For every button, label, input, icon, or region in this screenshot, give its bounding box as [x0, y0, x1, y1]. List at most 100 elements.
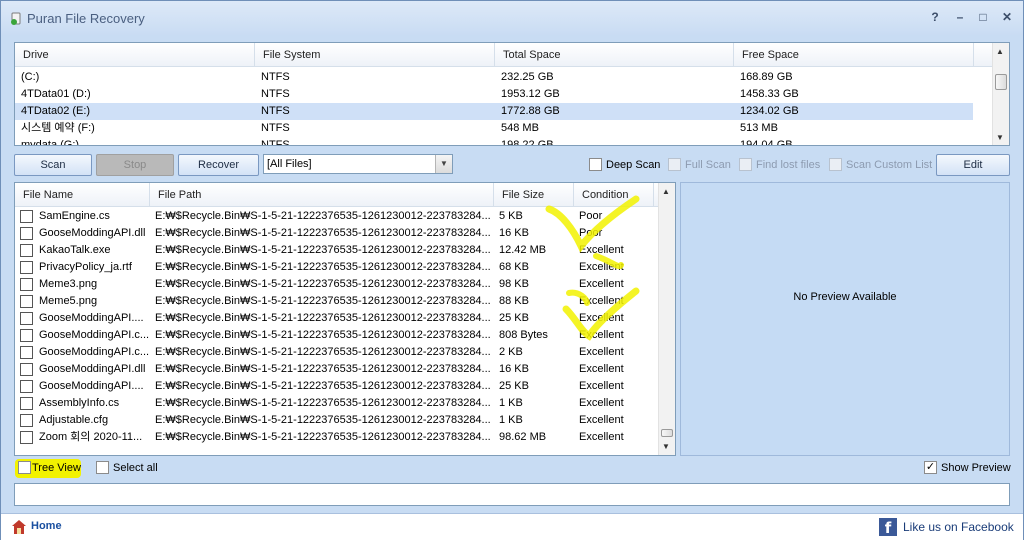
file-cell-name: PrivacyPolicy_ja.rtf — [39, 261, 132, 273]
scroll-down-icon[interactable]: ▼ — [662, 442, 670, 451]
home-link[interactable]: Home — [31, 520, 62, 532]
col-file-path[interactable]: File Path — [150, 183, 494, 207]
scan-custom-checkbox[interactable] — [829, 158, 842, 171]
file-row[interactable]: Meme3.png E:₩$Recycle.Bin₩S-1-5-21-122237… — [15, 276, 658, 293]
scroll-thumb[interactable] — [661, 429, 673, 437]
file-row[interactable]: GooseModdingAPI.dll E:₩$Recycle.Bin₩S-1-5… — [15, 225, 658, 242]
scan-button[interactable]: Scan — [14, 154, 92, 176]
find-lost-checkbox[interactable] — [739, 158, 752, 171]
file-row-checkbox[interactable] — [20, 295, 33, 308]
file-cell-cond: Excellent — [579, 414, 624, 426]
drive-row[interactable]: 시스템 예약 (F:) NTFS 548 MB 513 MB — [15, 120, 973, 137]
drive-cell-drive: 4TData01 (D:) — [21, 88, 91, 100]
drive-cell-total: 548 MB — [501, 122, 539, 134]
file-row-checkbox[interactable] — [20, 261, 33, 274]
file-row-checkbox[interactable] — [20, 227, 33, 240]
select-all-label: Select all — [113, 462, 158, 474]
file-row-checkbox[interactable] — [20, 278, 33, 291]
edit-button[interactable]: Edit — [936, 154, 1010, 176]
window-title: Puran File Recovery — [27, 11, 145, 26]
status-field[interactable] — [14, 483, 1010, 506]
file-row-checkbox[interactable] — [20, 414, 33, 427]
file-cell-name: KakaoTalk.exe — [39, 244, 111, 256]
file-cell-path: E:₩$Recycle.Bin₩S-1-5-21-1222376535-1261… — [155, 295, 491, 307]
col-file-name[interactable]: File Name — [15, 183, 150, 207]
drive-cell-fs: NTFS — [261, 71, 290, 83]
file-cell-path: E:₩$Recycle.Bin₩S-1-5-21-1222376535-1261… — [155, 397, 491, 409]
col-file-size[interactable]: File Size — [494, 183, 574, 207]
tree-view-checkbox[interactable] — [18, 461, 31, 474]
file-row-checkbox[interactable] — [20, 329, 33, 342]
scroll-down-icon[interactable]: ▼ — [996, 133, 1004, 142]
chevron-down-icon[interactable]: ▼ — [435, 155, 452, 173]
close-button[interactable]: ✕ — [998, 9, 1016, 25]
file-row[interactable]: GooseModdingAPI.... E:₩$Recycle.Bin₩S-1-5… — [15, 310, 658, 327]
col-free-space[interactable]: Free Space — [734, 43, 974, 67]
maximize-button[interactable]: □ — [974, 9, 992, 25]
drive-list-scrollbar[interactable]: ▲ ▼ — [992, 43, 1009, 145]
show-preview-label: Show Preview — [941, 462, 1011, 474]
file-row[interactable]: AssemblyInfo.cs E:₩$Recycle.Bin₩S-1-5-21-… — [15, 395, 658, 412]
file-filter-select[interactable]: [All Files] ▼ — [263, 154, 453, 174]
file-cell-size: 12.42 MB — [499, 244, 547, 256]
drive-row[interactable]: mydata (G:) NTFS 198.22 GB 194.04 GB — [15, 137, 973, 146]
drive-row[interactable]: 4TData01 (D:) NTFS 1953.12 GB 1458.33 GB — [15, 86, 973, 103]
file-row-checkbox[interactable] — [20, 363, 33, 376]
drive-cell-total: 198.22 GB — [501, 139, 554, 146]
home-icon[interactable] — [11, 519, 27, 535]
file-row-checkbox[interactable] — [20, 346, 33, 359]
recover-button[interactable]: Recover — [178, 154, 259, 176]
title-bar[interactable]: Puran File Recovery ? – □ ✕ — [1, 1, 1023, 35]
file-row[interactable]: GooseModdingAPI.... E:₩$Recycle.Bin₩S-1-5… — [15, 378, 658, 395]
drive-cell-drive: 4TData02 (E:) — [21, 105, 91, 117]
file-list: File Name File Path File Size Condition … — [14, 182, 676, 456]
file-row[interactable]: GooseModdingAPI.c... E:₩$Recycle.Bin₩S-1-… — [15, 344, 658, 361]
drive-row[interactable]: (C:) NTFS 232.25 GB 168.89 GB — [15, 69, 973, 86]
file-cell-cond: Excellent — [579, 312, 624, 324]
facebook-link[interactable]: Like us on Facebook — [903, 520, 1014, 534]
tree-view-label: Tree View — [32, 462, 81, 474]
file-list-scrollbar[interactable]: ▲ ▼ — [658, 183, 675, 455]
drive-cell-free: 168.89 GB — [740, 71, 793, 83]
file-row[interactable]: Adjustable.cfg E:₩$Recycle.Bin₩S-1-5-21-1… — [15, 412, 658, 429]
scroll-thumb[interactable] — [995, 74, 1007, 90]
file-cell-cond: Poor — [579, 210, 603, 222]
file-row-checkbox[interactable] — [20, 397, 33, 410]
col-file-system[interactable]: File System — [255, 43, 495, 67]
file-row[interactable]: GooseModdingAPI.dll E:₩$Recycle.Bin₩S-1-5… — [15, 361, 658, 378]
col-drive[interactable]: Drive — [15, 43, 255, 67]
deep-scan-checkbox[interactable] — [589, 158, 602, 171]
file-cell-size: 25 KB — [499, 380, 529, 392]
file-row[interactable]: PrivacyPolicy_ja.rtf E:₩$Recycle.Bin₩S-1-… — [15, 259, 658, 276]
col-condition[interactable]: Condition — [574, 183, 654, 207]
file-row[interactable]: Meme5.png E:₩$Recycle.Bin₩S-1-5-21-122237… — [15, 293, 658, 310]
file-cell-size: 16 KB — [499, 227, 529, 239]
file-cell-name: SamEngine.cs — [39, 210, 110, 222]
file-row[interactable]: SamEngine.cs E:₩$Recycle.Bin₩S-1-5-21-122… — [15, 208, 658, 225]
show-preview-checkbox[interactable]: ✓ — [924, 461, 937, 474]
facebook-icon[interactable]: f — [879, 518, 897, 537]
drive-cell-fs: NTFS — [261, 88, 290, 100]
file-row[interactable]: Zoom 회의 2020-11... E:₩$Recycle.Bin₩S-1-5-… — [15, 429, 658, 446]
col-total-space[interactable]: Total Space — [495, 43, 734, 67]
stop-button[interactable]: Stop — [96, 154, 174, 176]
scan-custom-label: Scan Custom List — [846, 159, 933, 171]
scroll-up-icon[interactable]: ▲ — [662, 187, 670, 196]
file-row-checkbox[interactable] — [20, 431, 33, 444]
file-row-checkbox[interactable] — [20, 244, 33, 257]
file-cell-name: AssemblyInfo.cs — [39, 397, 120, 409]
help-button[interactable]: ? — [926, 9, 944, 25]
full-scan-checkbox[interactable] — [668, 158, 681, 171]
file-cell-name: Adjustable.cfg — [39, 414, 109, 426]
bottom-bar: Home f Like us on Facebook — [1, 513, 1023, 540]
file-cell-size: 88 KB — [499, 295, 529, 307]
file-row[interactable]: GooseModdingAPI.c... E:₩$Recycle.Bin₩S-1-… — [15, 327, 658, 344]
select-all-checkbox[interactable] — [96, 461, 109, 474]
minimize-button[interactable]: – — [951, 9, 969, 25]
file-row-checkbox[interactable] — [20, 312, 33, 325]
file-row-checkbox[interactable] — [20, 210, 33, 223]
drive-row[interactable]: 4TData02 (E:) NTFS 1772.88 GB 1234.02 GB — [15, 103, 973, 120]
scroll-up-icon[interactable]: ▲ — [996, 47, 1004, 56]
file-row-checkbox[interactable] — [20, 380, 33, 393]
file-row[interactable]: KakaoTalk.exe E:₩$Recycle.Bin₩S-1-5-21-12… — [15, 242, 658, 259]
